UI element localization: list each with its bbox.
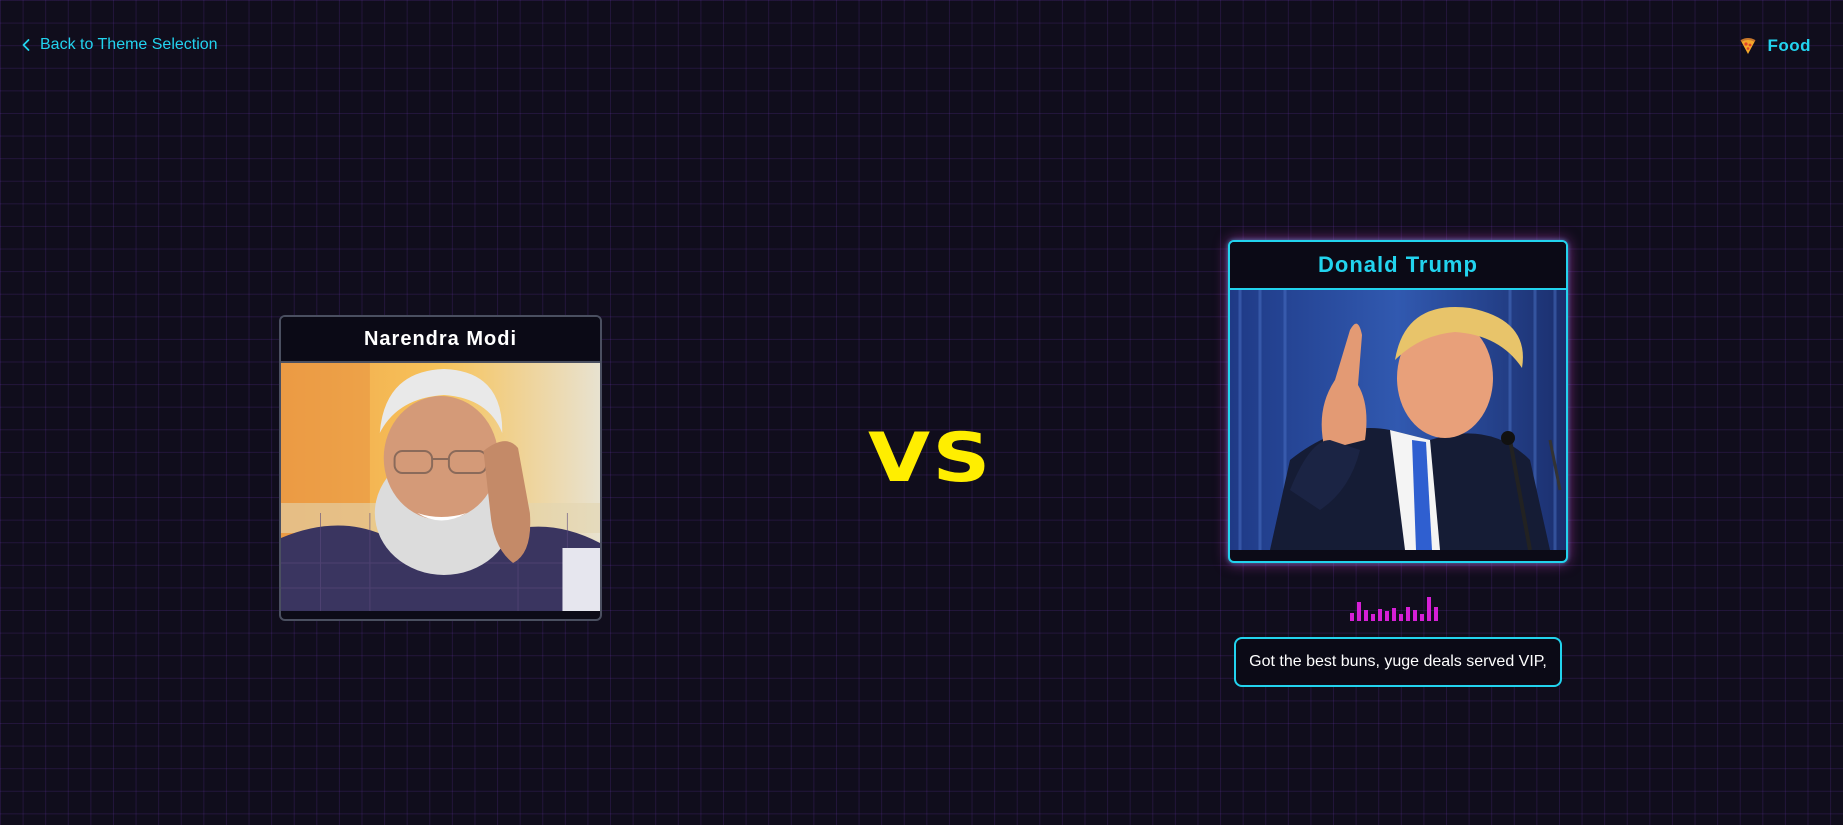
visualizer-bar xyxy=(1406,607,1410,621)
visualizer-bar xyxy=(1378,609,1382,621)
contestant-name: Narendra Modi xyxy=(281,317,600,363)
visualizer-bar xyxy=(1427,597,1431,621)
vs-label: VS xyxy=(868,419,993,498)
contestant-card-narendra-modi: Narendra Modi xyxy=(279,315,602,621)
contestant-card-donald-trump: Donald Trump xyxy=(1228,240,1568,563)
donald-trump-portrait-image xyxy=(1230,290,1566,550)
contestant-name: Donald Trump xyxy=(1230,242,1566,290)
visualizer-bar xyxy=(1357,602,1361,621)
visualizer-bar xyxy=(1392,608,1396,621)
visualizer-bar xyxy=(1399,614,1403,621)
back-to-theme-selection-link[interactable]: Back to Theme Selection xyxy=(18,36,218,54)
visualizer-bar xyxy=(1350,613,1354,621)
visualizer-bar xyxy=(1413,610,1417,621)
contestant-photo xyxy=(1230,290,1566,550)
back-link-label: Back to Theme Selection xyxy=(40,36,218,53)
visualizer-bar xyxy=(1434,607,1438,621)
visualizer-bar xyxy=(1385,611,1389,621)
pizza-icon xyxy=(1740,38,1756,54)
narendra-modi-portrait-image xyxy=(281,363,600,611)
theme-label: Food xyxy=(1767,36,1811,55)
contestant-photo xyxy=(281,363,600,611)
chevron-left-icon xyxy=(22,39,30,51)
lyric-text: Got the best buns, yuge deals served VIP… xyxy=(1249,653,1547,670)
visualizer-bar xyxy=(1371,614,1375,621)
visualizer-bar xyxy=(1364,610,1368,621)
lyric-speech-bubble: Got the best buns, yuge deals served VIP… xyxy=(1234,637,1562,687)
visualizer-bar xyxy=(1420,614,1424,621)
theme-badge: Food xyxy=(1739,36,1811,56)
audio-visualizer xyxy=(1350,597,1438,621)
